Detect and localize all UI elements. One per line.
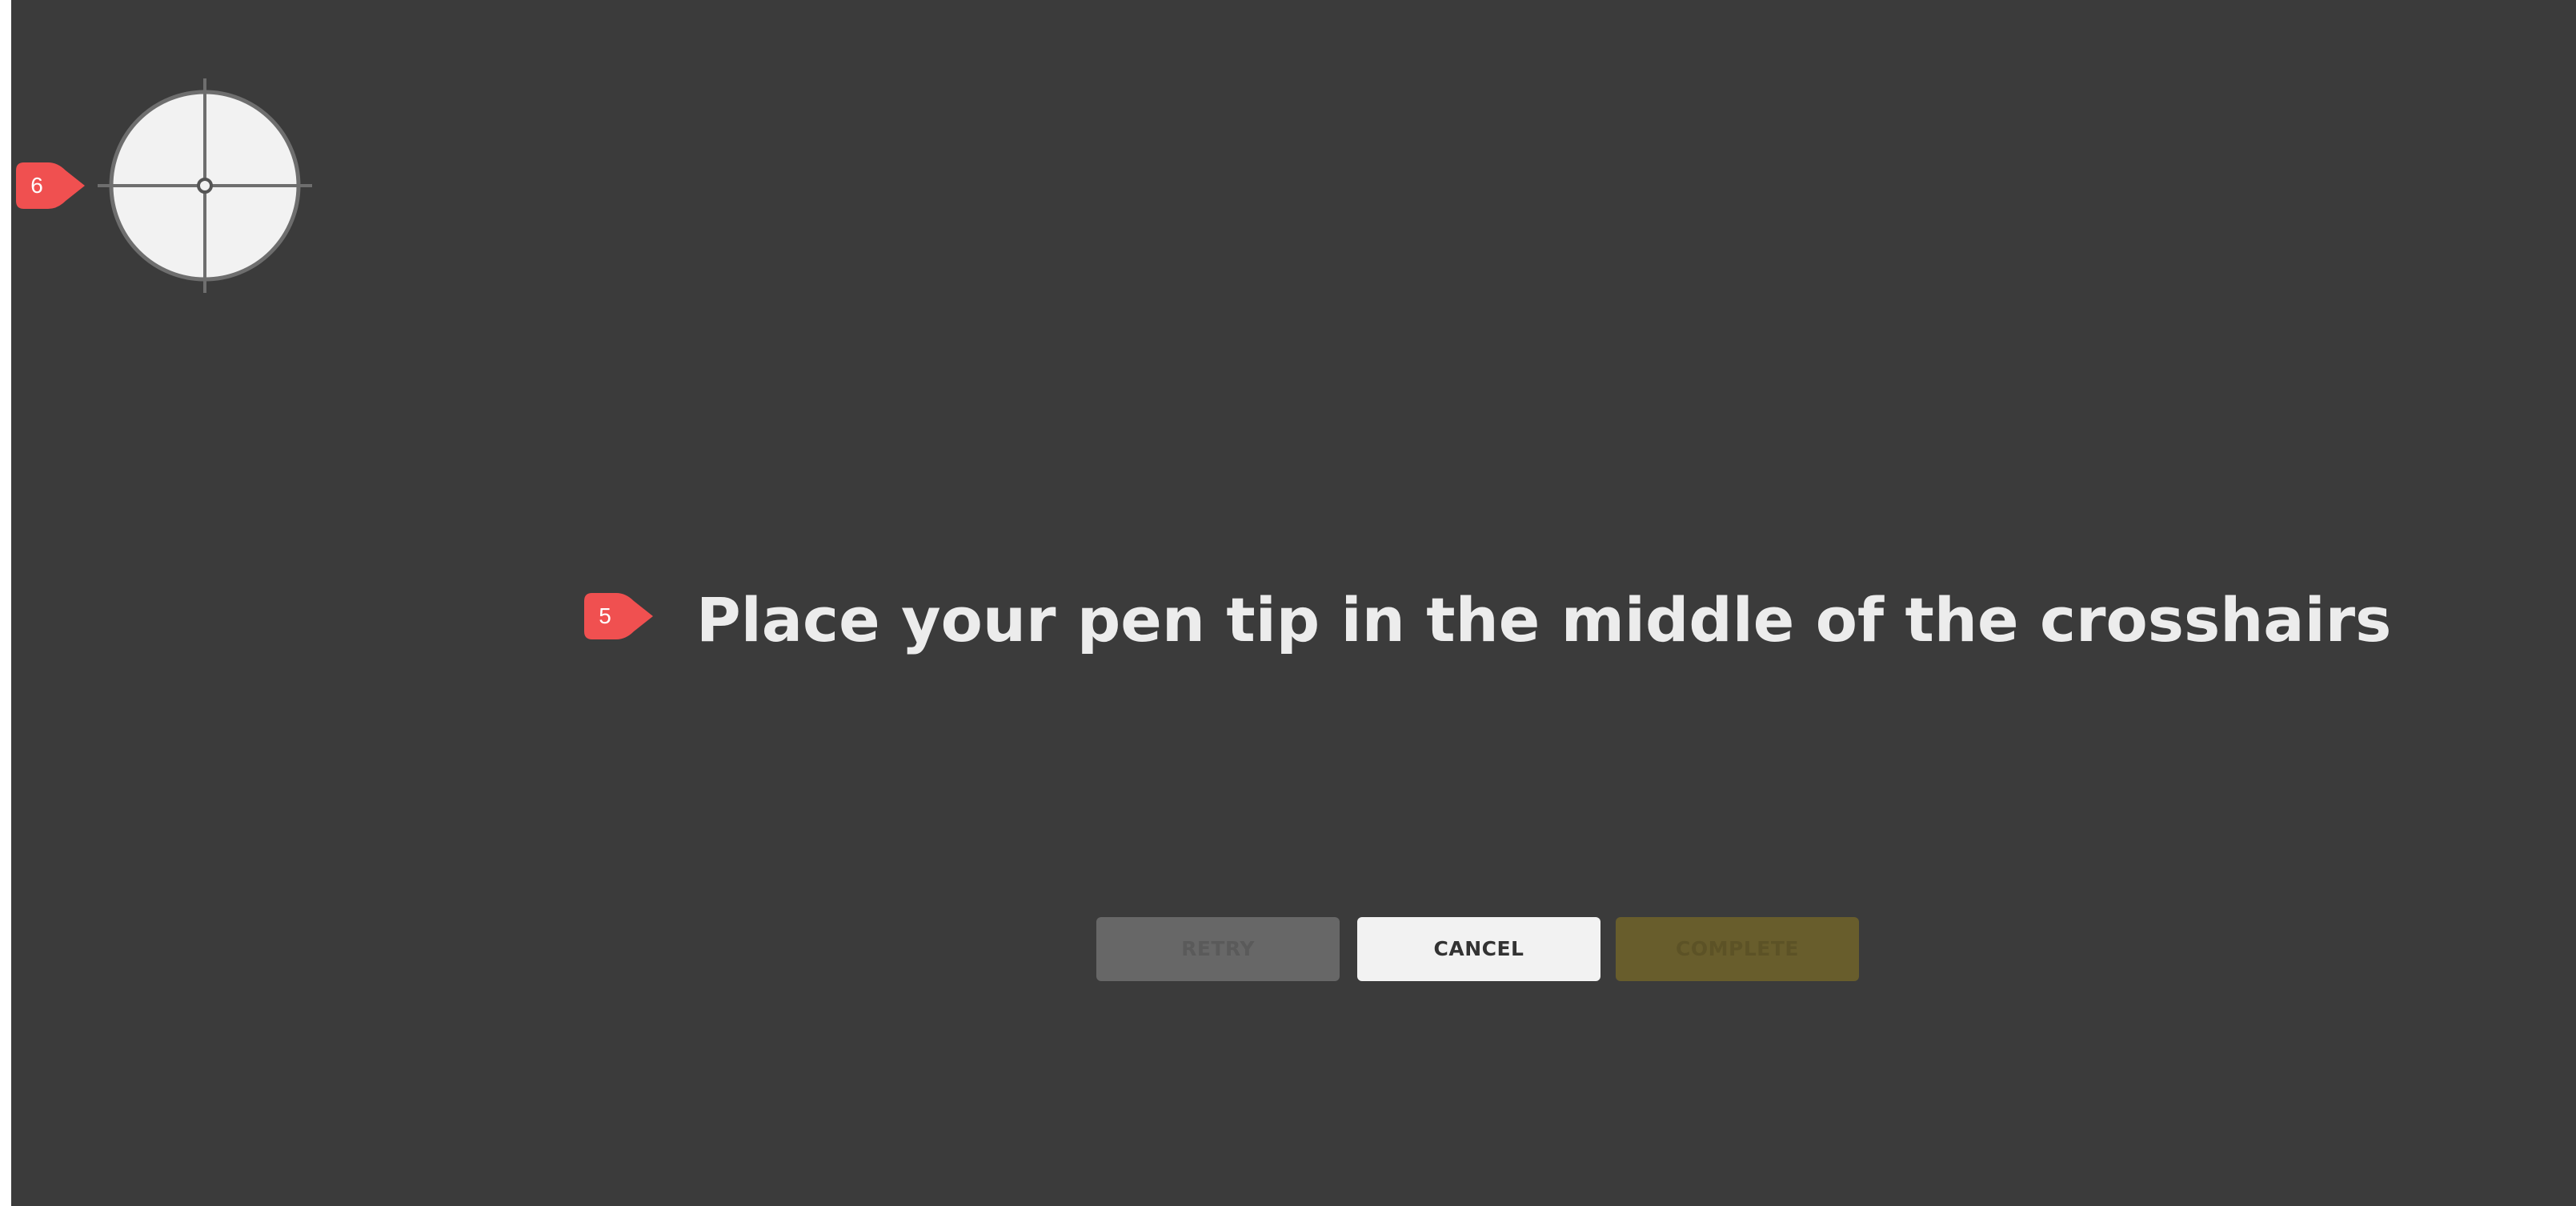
annotation-marker-5: 5	[579, 593, 655, 639]
marker-number: 6	[30, 173, 43, 198]
calibration-screen: 6 5 Place your pen tip in the middle of …	[11, 0, 2576, 1206]
marker-number: 5	[599, 603, 611, 628]
complete-button[interactable]: COMPLETE	[1616, 917, 1859, 981]
retry-button[interactable]: RETRY	[1096, 917, 1340, 981]
cancel-button[interactable]: CANCEL	[1357, 917, 1600, 981]
instruction-text: Place your pen tip in the middle of the …	[696, 584, 2392, 655]
annotation-marker-6: 6	[11, 162, 86, 209]
crosshair-target-icon[interactable]	[98, 78, 312, 293]
